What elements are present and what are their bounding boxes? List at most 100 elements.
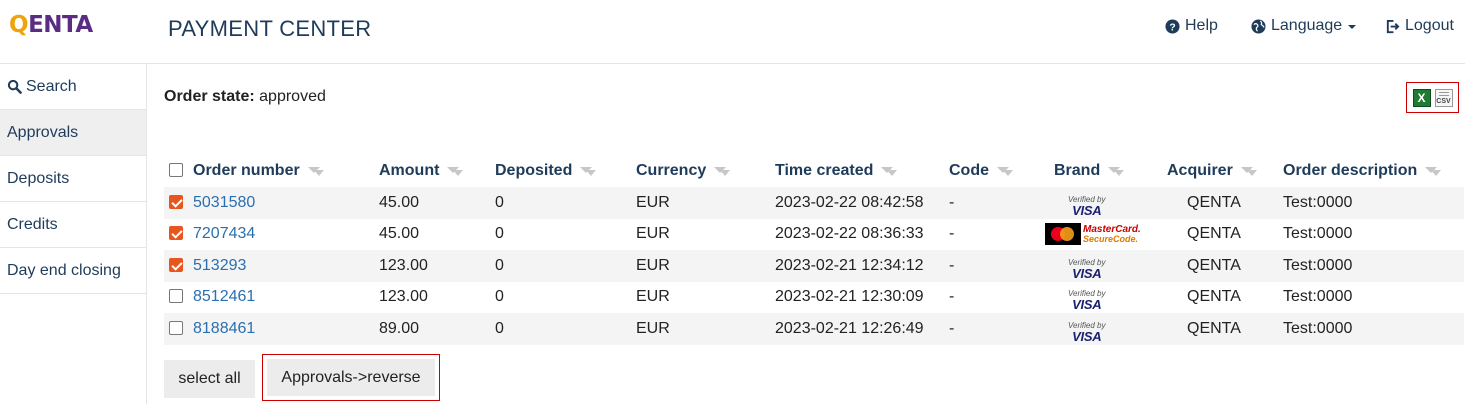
cell-currency: EUR (636, 225, 670, 243)
cell-deposited: 0 (495, 256, 504, 274)
approvals-reverse-button[interactable]: Approvals->reverse (267, 359, 435, 396)
cell-brand: Verified by VISA (1054, 282, 1167, 314)
svg-text:?: ? (1169, 22, 1175, 33)
export-buttons: X CSV (1406, 82, 1459, 113)
search-icon (7, 79, 22, 94)
row-checkbox[interactable] (169, 320, 183, 335)
cell-brand: Verified by VISA (1054, 313, 1167, 345)
logout-link[interactable]: Logout (1385, 17, 1454, 35)
caret-down-icon (1348, 25, 1357, 29)
row-checkbox[interactable] (169, 194, 183, 209)
order-number-link[interactable]: 8512461 (193, 288, 255, 305)
cell-amount: 123.00 (379, 256, 428, 274)
table-row[interactable]: 8512461 123.00 0 EUR 2023-02-21 12:30:09 - Ver… (164, 282, 1464, 314)
sort-icon[interactable] (881, 167, 898, 177)
row-checkbox-cell (164, 313, 193, 345)
cell-order-description: Test:0000 (1283, 256, 1353, 274)
sort-icon[interactable] (714, 167, 731, 177)
cell-deposited: 0 (495, 225, 504, 243)
sort-icon[interactable] (1108, 167, 1125, 177)
column-currency[interactable]: Currency (636, 155, 775, 187)
cell-currency: EUR (636, 256, 670, 274)
column-order-number[interactable]: Order number (193, 155, 379, 187)
order-state-label: Order state: (164, 88, 255, 105)
order-state-filter: Order state: approved (164, 88, 326, 106)
order-number-link[interactable]: 8188461 (193, 320, 255, 337)
column-code[interactable]: Code (949, 155, 1054, 187)
select-all-header (164, 155, 193, 187)
sort-icon[interactable] (1425, 167, 1442, 177)
row-checkbox-cell (164, 219, 193, 251)
sidebar-item-credits[interactable]: Credits (0, 202, 146, 248)
logout-icon (1386, 19, 1400, 33)
cell-code: - (949, 193, 955, 211)
cell-order-number: 8512461 (193, 282, 379, 314)
column-brand[interactable]: Brand (1054, 155, 1167, 187)
mastercard-securecode-icon: MasterCard. SecureCode. (1045, 223, 1141, 246)
sidebar-item-day-end-closing[interactable]: Day end closing (0, 248, 146, 294)
cell-order-description: Test:0000 (1283, 288, 1353, 306)
excel-export-icon[interactable]: X (1412, 88, 1431, 107)
select-all-button[interactable]: select all (164, 360, 255, 398)
cell-time-created: 2023-02-22 08:36:33 (775, 225, 924, 243)
cell-acquirer: QENTA (1187, 225, 1241, 243)
sort-icon[interactable] (997, 167, 1013, 177)
sidebar-item-search[interactable]: Search (0, 64, 146, 110)
sort-icon[interactable] (447, 167, 464, 177)
qenta-logo[interactable]: QENTA (9, 12, 93, 38)
language-dropdown[interactable]: Language (1251, 17, 1357, 35)
table-row[interactable]: 5031580 45.00 0 EUR 2023-02-22 08:42:58 - Veri… (164, 187, 1464, 219)
cell-deposited: 0 (495, 288, 504, 306)
cell-order-description: Test:0000 (1283, 193, 1353, 211)
row-checkbox-cell (164, 187, 193, 219)
cell-acquirer: QENTA (1187, 193, 1241, 211)
column-time-created[interactable]: Time created (775, 155, 949, 187)
language-label: Language (1271, 17, 1343, 34)
sidebar-item-label: Day end closing (7, 261, 121, 279)
cell-currency: EUR (636, 193, 670, 211)
sort-icon[interactable] (307, 167, 324, 177)
top-header: QENTA PAYMENT CENTER ? Help Language Log… (0, 0, 1465, 64)
cell-brand: MasterCard. SecureCode. (1045, 219, 1158, 251)
header-checkbox[interactable] (169, 162, 183, 177)
table-row[interactable]: 7207434 45.00 0 EUR 2023-02-22 08:36:33 - Mast… (164, 219, 1464, 251)
sort-icon[interactable] (580, 167, 597, 177)
sidebar-item-label: Credits (7, 215, 58, 233)
verified-by-visa-icon: Verified by VISA (1068, 257, 1106, 281)
column-order-description[interactable]: Order description (1283, 155, 1464, 187)
column-deposited[interactable]: Deposited (495, 155, 636, 187)
row-checkbox[interactable] (169, 257, 183, 272)
table-row[interactable]: 8188461 89.00 0 EUR 2023-02-21 12:26:49 - Veri… (164, 313, 1464, 345)
cell-amount: 89.00 (379, 319, 420, 337)
cell-amount: 45.00 (379, 193, 420, 211)
help-link[interactable]: ? Help (1165, 17, 1218, 35)
cell-acquirer: QENTA (1187, 319, 1241, 337)
approvals-reverse-button-frame: Approvals->reverse (262, 354, 440, 401)
cell-order-number: 7207434 (193, 219, 379, 251)
cell-order-number: 5031580 (193, 187, 379, 219)
sidebar-item-approvals[interactable]: Approvals (0, 110, 146, 156)
orders-table: Order number Amount Deposited Currency T… (164, 155, 1464, 345)
sort-icon[interactable] (1240, 167, 1257, 177)
question-circle-icon: ? (1165, 18, 1180, 34)
row-checkbox-cell (164, 250, 193, 282)
row-checkbox[interactable] (169, 289, 183, 304)
order-number-link[interactable]: 5031580 (193, 194, 255, 211)
order-number-link[interactable]: 7207434 (193, 225, 255, 242)
order-number-link[interactable]: 513293 (193, 257, 246, 274)
column-acquirer[interactable]: Acquirer (1167, 155, 1283, 187)
cell-time-created: 2023-02-21 12:30:09 (775, 288, 924, 306)
table-row[interactable]: 513293 123.00 0 EUR 2023-02-21 12:34:12 - Veri… (164, 250, 1464, 282)
verified-by-visa-icon: Verified by VISA (1068, 194, 1106, 218)
verified-by-visa-icon: Verified by VISA (1068, 320, 1106, 344)
row-checkbox[interactable] (169, 226, 183, 241)
csv-export-icon[interactable]: CSV (1434, 88, 1453, 107)
cell-currency: EUR (636, 319, 670, 337)
cell-amount: 123.00 (379, 288, 428, 306)
table-header-row: Order number Amount Deposited Currency T… (164, 155, 1464, 187)
cell-order-number: 513293 (193, 250, 379, 282)
order-state-value: approved (259, 88, 326, 105)
column-amount[interactable]: Amount (379, 155, 495, 187)
row-checkbox-cell (164, 282, 193, 314)
sidebar-item-deposits[interactable]: Deposits (0, 156, 146, 202)
